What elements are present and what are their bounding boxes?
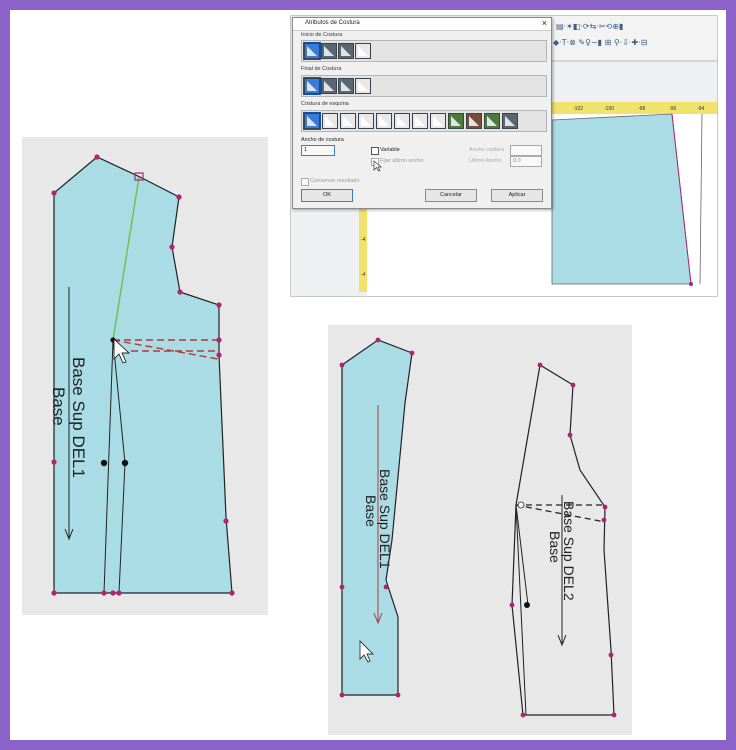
- corner-option-8-icon[interactable]: [430, 113, 446, 129]
- svg-text:◆·T·⊗ ✎♀∼▮ ⊞ ⚲·⇩·✚·⊟: ◆·T·⊗ ✎♀∼▮ ⊞ ⚲·⇩·✚·⊟: [553, 38, 647, 47]
- left-pattern-panel: Base Sup DEL1 Base: [22, 137, 268, 615]
- seam-end-option-1-icon[interactable]: [303, 77, 321, 95]
- seam-width-right-input[interactable]: [510, 145, 542, 156]
- corner-option-7-icon[interactable]: [412, 113, 428, 129]
- pattern-label-left-1: Base Sup DEL1: [69, 357, 88, 478]
- seam-width-input[interactable]: 1: [301, 145, 335, 156]
- seam-start-option-2-icon[interactable]: [321, 43, 337, 59]
- corner-option-11-icon[interactable]: [484, 113, 500, 129]
- del2-dashed-line-2: [515, 504, 606, 523]
- close-icon[interactable]: ×: [542, 18, 547, 28]
- variable-checkbox[interactable]: [371, 147, 379, 155]
- start-seam-icons: [301, 40, 547, 62]
- seam-start-option-1-icon[interactable]: [303, 42, 321, 60]
- fix-last-width-label: Fijar último ancho: [380, 158, 424, 164]
- dialog-titlebar: Atributos de Costura ×: [293, 18, 551, 31]
- corner-option-4-icon[interactable]: [358, 113, 374, 129]
- last-width-input[interactable]: 0.0: [510, 156, 542, 167]
- cad-pattern-piece[interactable]: [551, 113, 692, 285]
- seam-start-option-4-icon[interactable]: [355, 43, 371, 59]
- del2-dart-point[interactable]: [524, 602, 530, 608]
- keep-result-checkbox[interactable]: [301, 178, 309, 186]
- del2-pivot-point[interactable]: [517, 501, 525, 509]
- pattern-label-del2-2: Base: [547, 531, 563, 563]
- seam-end-option-4-icon[interactable]: [355, 78, 371, 94]
- svg-text:-98: -98: [638, 106, 645, 112]
- dart-point-black-2[interactable]: [121, 459, 129, 467]
- apply-button[interactable]: Aplicar: [491, 189, 543, 202]
- keep-result-label: Conservar resultado: [310, 178, 360, 184]
- section-end-label: Final de Costura: [301, 66, 342, 72]
- seam-end-option-2-icon[interactable]: [321, 78, 337, 94]
- ruler-left-label-1: -4: [361, 237, 366, 243]
- seam-start-option-3-icon[interactable]: [338, 43, 354, 59]
- corner-option-12-icon[interactable]: [502, 113, 518, 129]
- bottom-pattern-canvas: Base Sup DEL1 Base Base Sup DEL2 Base: [339, 337, 617, 718]
- svg-text:-100: -100: [604, 106, 614, 112]
- svg-text:-96: -96: [669, 106, 676, 112]
- dialog-cursor-icon: [373, 160, 382, 172]
- seam-width-right-label: Ancho costura: [469, 147, 505, 153]
- pattern-label-del1-2: Base: [363, 495, 379, 527]
- svg-text:-94: -94: [697, 106, 704, 112]
- ruler-left-label-2: -4: [361, 272, 366, 278]
- last-width-label: Último Ancho: [469, 158, 502, 164]
- left-pattern-canvas: Base Sup DEL1 Base: [49, 154, 235, 596]
- corner-option-6-icon[interactable]: [394, 113, 410, 129]
- seam-attributes-dialog: Atributos de Costura × Inicio de Costura…: [292, 17, 552, 209]
- svg-text:▤·✶◧·⟳⇆·✂⟲⊕▮: ▤·✶◧·⟳⇆·✂⟲⊕▮: [556, 22, 623, 31]
- corner-option-10-icon[interactable]: [466, 113, 482, 129]
- bottom-pattern-panel: Base Sup DEL1 Base Base Sup DEL2 Base: [328, 325, 632, 735]
- corner-option-9-icon[interactable]: [448, 113, 464, 129]
- corner-option-3-icon[interactable]: [340, 113, 356, 129]
- seam-width-label: Ancho de costura: [301, 137, 344, 143]
- corner-option-5-icon[interactable]: [376, 113, 392, 129]
- dart-point-black-1[interactable]: [100, 459, 108, 467]
- seam-end-option-3-icon[interactable]: [338, 78, 354, 94]
- section-corner-label: Costura de esquina: [301, 101, 349, 107]
- ok-button[interactable]: OK: [301, 189, 353, 202]
- corner-option-1-icon[interactable]: [303, 112, 321, 130]
- cancel-button[interactable]: Cancelar: [425, 189, 477, 202]
- end-seam-icons: [301, 75, 547, 97]
- section-start-label: Inicio de Costura: [301, 32, 343, 38]
- dialog-title: Atributos de Costura: [305, 20, 360, 26]
- variable-label: Variable: [380, 147, 400, 153]
- corner-seam-icons: [301, 110, 547, 132]
- svg-text:-102: -102: [573, 106, 583, 112]
- ruler-left: [359, 200, 367, 292]
- pattern-label-left-2: Base: [49, 387, 68, 426]
- corner-option-2-icon[interactable]: [322, 113, 338, 129]
